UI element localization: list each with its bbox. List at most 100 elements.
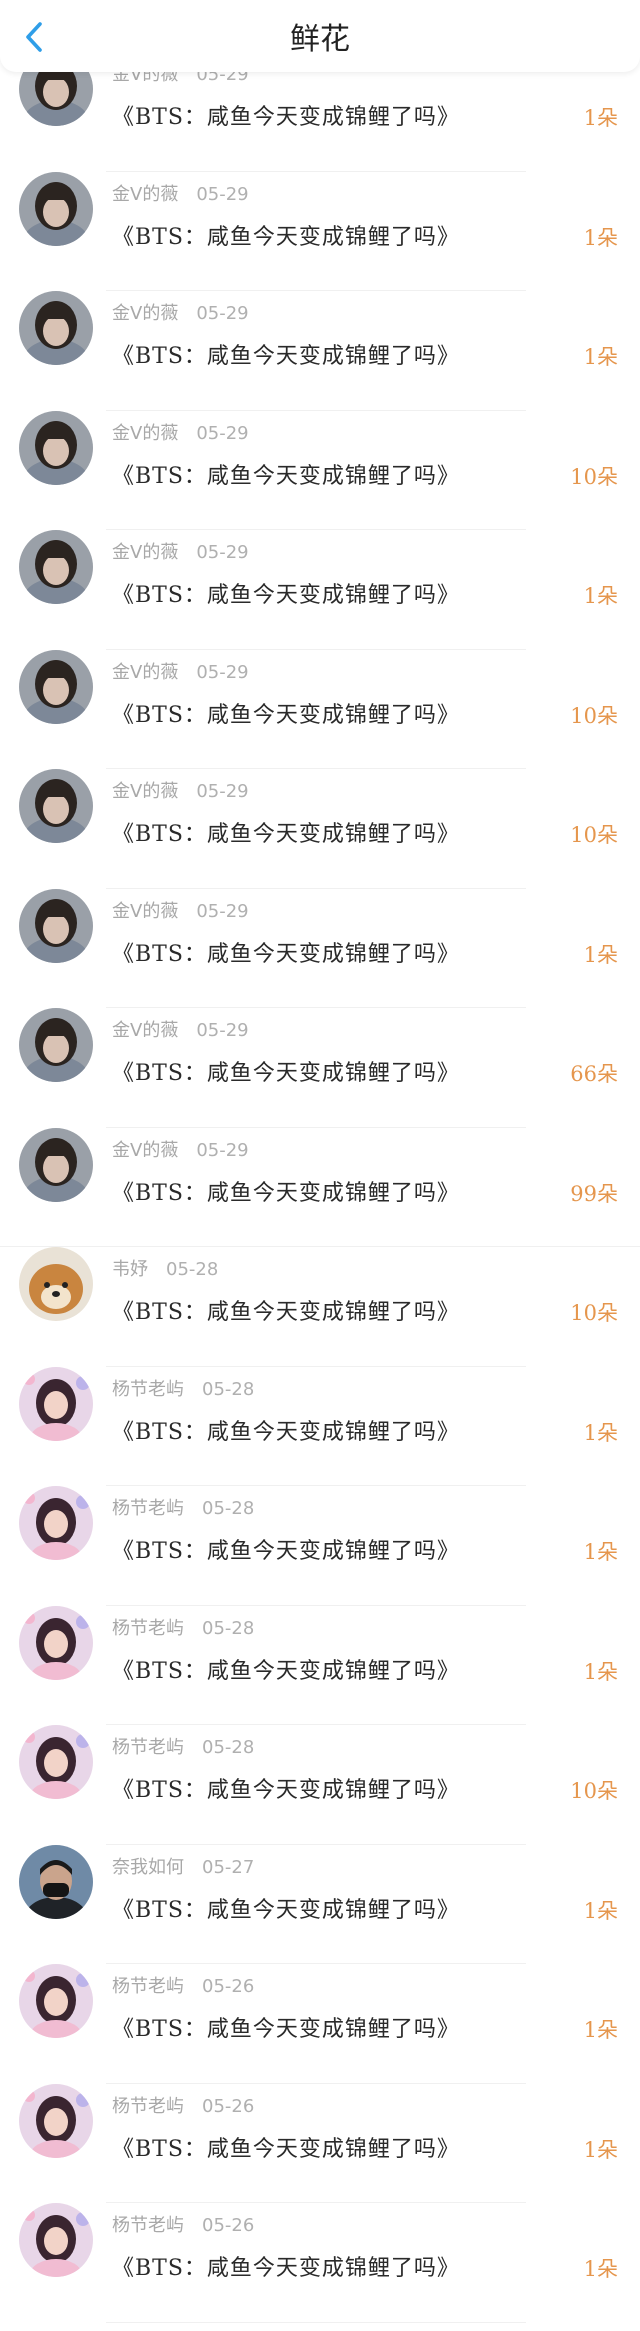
sender-name[interactable]: 金V的薇 xyxy=(112,542,178,563)
list-item[interactable]: 金V的薇 05-29 《BTS：咸鱼今天变成锦鲤了吗》 1朵 xyxy=(0,888,640,1008)
avatar-photo-dark-hair[interactable] xyxy=(19,530,93,604)
avatar-photo-dark-hair[interactable] xyxy=(19,410,93,485)
sender-name[interactable]: 金V的薇 xyxy=(112,423,178,444)
list-item[interactable]: 金V的薇 05-29 《BTS：咸鱼今天变成锦鲤了吗》 1朵 xyxy=(0,171,640,291)
sender-name[interactable]: 杨节老屿 xyxy=(112,1618,184,1639)
sender-name[interactable]: 金V的薇 xyxy=(112,184,178,205)
sender-meta: 杨节老屿 05-28 xyxy=(112,1733,254,1759)
flower-count: 10朵 xyxy=(570,1779,618,1803)
avatar-photo-dark-hair[interactable] xyxy=(19,1008,93,1082)
sender-name[interactable]: 杨节老屿 xyxy=(112,1379,184,1400)
list-item[interactable]: 金V的薇 05-29 《BTS：咸鱼今天变成锦鲤了吗》 10朵 xyxy=(0,769,640,889)
flower-count: 1朵 xyxy=(583,584,618,608)
list-item[interactable]: 金V的薇 05-29 《BTS：咸鱼今天变成锦鲤了吗》 10朵 xyxy=(0,649,640,769)
gift-message: 《BTS：咸鱼今天变成锦鲤了吗》 xyxy=(112,105,460,130)
sender-name[interactable]: 金V的薇 xyxy=(112,901,178,922)
sender-name[interactable]: 杨节老屿 xyxy=(112,1498,184,1519)
avatar-photo-pink[interactable] xyxy=(19,1725,93,1799)
gift-message: 《BTS：咸鱼今天变成锦鲤了吗》 xyxy=(112,224,460,250)
sender-meta: 金V的薇 05-29 xyxy=(112,777,249,803)
list-item[interactable]: 杨节老屿 05-28 《BTS：咸鱼今天变成锦鲤了吗》 1朵 xyxy=(0,1366,640,1486)
sender-name[interactable]: 杨节老屿 xyxy=(112,1737,184,1758)
avatar-photo-dark-hair[interactable] xyxy=(19,291,93,365)
gift-date: 05-29 xyxy=(196,1139,249,1161)
avatar-photo-pink[interactable] xyxy=(19,1605,93,1680)
sender-name[interactable]: 杨节老屿 xyxy=(112,2096,184,2117)
avatar-photo-dark-hair[interactable] xyxy=(19,171,93,246)
gift-message: 《BTS：咸鱼今天变成锦鲤了吗》 xyxy=(112,1539,460,1564)
flower-count: 1朵 xyxy=(583,942,618,967)
list-item[interactable]: 金V的薇 05-29 《BTS：咸鱼今天变成锦鲤了吗》 1朵 xyxy=(0,530,640,650)
gift-message: 《BTS：咸鱼今天变成锦鲤了吗》 xyxy=(112,1897,460,1923)
list-item[interactable]: 金V的薇 05-29 《BTS：咸鱼今天变成锦鲤了吗》 1朵 xyxy=(0,291,640,411)
avatar-photo-dog[interactable] xyxy=(19,1247,93,1321)
sender-meta: 金V的薇 05-29 xyxy=(112,1136,249,1162)
gift-date: 05-26 xyxy=(202,2095,255,2117)
gift-message: 《BTS：咸鱼今天变成锦鲤了吗》 xyxy=(112,2017,460,2042)
list-item[interactable]: 金V的薇 05-29 《BTS：咸鱼今天变成锦鲤了吗》 99朵 xyxy=(0,1127,640,1247)
gift-date: 05-29 xyxy=(196,900,249,922)
flower-count: 1朵 xyxy=(583,1540,618,1564)
gift-message: 《BTS：咸鱼今天变成锦鲤了吗》 xyxy=(112,702,460,728)
sender-name[interactable]: 杨节老屿 xyxy=(112,2215,184,2236)
list-item[interactable]: 杨节老屿 05-26 《BTS：咸鱼今天变成锦鲤了吗》 1朵 xyxy=(0,1964,640,2084)
flower-count: 99朵 xyxy=(570,1181,618,1206)
avatar-photo-pink[interactable] xyxy=(19,1964,93,2038)
flower-count: 1朵 xyxy=(583,106,618,130)
sender-name[interactable]: 金V的薇 xyxy=(112,1140,178,1161)
gift-message: 《BTS：咸鱼今天变成锦鲤了吗》 xyxy=(112,1300,460,1325)
flower-count: 10朵 xyxy=(570,464,618,489)
avatar-photo-masked[interactable] xyxy=(19,1844,93,1919)
avatar-photo-pink[interactable] xyxy=(19,1486,93,1560)
sender-meta: 金V的薇 05-29 xyxy=(112,1016,249,1042)
flower-count: 1朵 xyxy=(583,1659,618,1684)
avatar-photo-pink[interactable] xyxy=(19,1366,93,1441)
sender-name[interactable]: 奈我如何 xyxy=(112,1857,184,1878)
avatar-photo-dark-hair[interactable] xyxy=(19,1127,93,1202)
list-item[interactable]: 杨节老屿 05-28 《BTS：咸鱼今天变成锦鲤了吗》 10朵 xyxy=(0,1725,640,1845)
gift-message: 《BTS：咸鱼今天变成锦鲤了吗》 xyxy=(112,2256,460,2281)
sender-meta: 奈我如何 05-27 xyxy=(112,1853,254,1879)
sender-name[interactable]: 金V的薇 xyxy=(112,303,178,324)
list-item[interactable]: 杨节老屿 05-26 《BTS：咸鱼今天变成锦鲤了吗》 1朵 xyxy=(0,2083,640,2203)
gift-date: 05-29 xyxy=(196,661,249,683)
sender-name[interactable]: 金V的薇 xyxy=(112,662,178,683)
gift-message: 《BTS：咸鱼今天变成锦鲤了吗》 xyxy=(112,1180,460,1206)
list-item[interactable]: 金V的薇 05-29 《BTS：咸鱼今天变成锦鲤了吗》 66朵 xyxy=(0,1008,640,1128)
sender-name[interactable]: 金V的薇 xyxy=(112,1020,178,1041)
gift-date: 05-28 xyxy=(202,1617,255,1639)
avatar-photo-dark-hair[interactable] xyxy=(19,649,93,724)
gift-date: 05-26 xyxy=(202,2215,255,2236)
row-divider xyxy=(106,2321,526,2323)
gift-date: 05-28 xyxy=(202,1498,255,1519)
gift-message: 《BTS：咸鱼今天变成锦鲤了吗》 xyxy=(112,1658,460,1684)
list-item[interactable]: 奈我如何 05-27 《BTS：咸鱼今天变成锦鲤了吗》 1朵 xyxy=(0,1844,640,1964)
gift-date: 05-28 xyxy=(166,1259,219,1280)
gift-date: 05-29 xyxy=(196,303,249,324)
sender-name[interactable]: 韦妤 xyxy=(112,1259,148,1280)
avatar-photo-pink[interactable] xyxy=(19,2083,93,2158)
flower-count: 10朵 xyxy=(570,823,618,847)
gift-date: 05-29 xyxy=(196,422,249,444)
list-item[interactable]: 杨节老屿 05-28 《BTS：咸鱼今天变成锦鲤了吗》 1朵 xyxy=(0,1605,640,1725)
sender-meta: 金V的薇 05-29 xyxy=(112,419,249,445)
flower-count: 1朵 xyxy=(583,1898,618,1923)
sender-name[interactable]: 金V的薇 xyxy=(112,781,178,802)
avatar-photo-pink[interactable] xyxy=(19,2203,93,2277)
sender-name[interactable]: 杨节老屿 xyxy=(112,1976,184,1997)
gift-message: 《BTS：咸鱼今天变成锦鲤了吗》 xyxy=(112,1061,460,1086)
list-item[interactable]: 韦妤 05-28 《BTS：咸鱼今天变成锦鲤了吗》 10朵 xyxy=(0,1247,640,1367)
gift-date: 05-29 xyxy=(196,1020,249,1041)
gift-date: 05-28 xyxy=(202,1737,255,1758)
flower-count: 1朵 xyxy=(583,345,618,369)
avatar-photo-dark-hair[interactable] xyxy=(19,888,93,963)
sender-meta: 杨节老屿 05-26 xyxy=(112,2092,254,2118)
list-item[interactable]: 杨节老屿 05-26 《BTS：咸鱼今天变成锦鲤了吗》 1朵 xyxy=(0,2203,640,2323)
gift-message: 《BTS：咸鱼今天变成锦鲤了吗》 xyxy=(112,941,460,967)
list-item[interactable]: 杨节老屿 05-28 《BTS：咸鱼今天变成锦鲤了吗》 1朵 xyxy=(0,1486,640,1606)
list-item[interactable]: 金V的薇 05-29 《BTS：咸鱼今天变成锦鲤了吗》 10朵 xyxy=(0,410,640,530)
gift-date: 05-29 xyxy=(196,183,249,205)
flower-count: 1朵 xyxy=(583,1420,618,1445)
avatar-photo-dark-hair[interactable] xyxy=(19,769,93,843)
gift-message: 《BTS：咸鱼今天变成锦鲤了吗》 xyxy=(112,344,460,369)
